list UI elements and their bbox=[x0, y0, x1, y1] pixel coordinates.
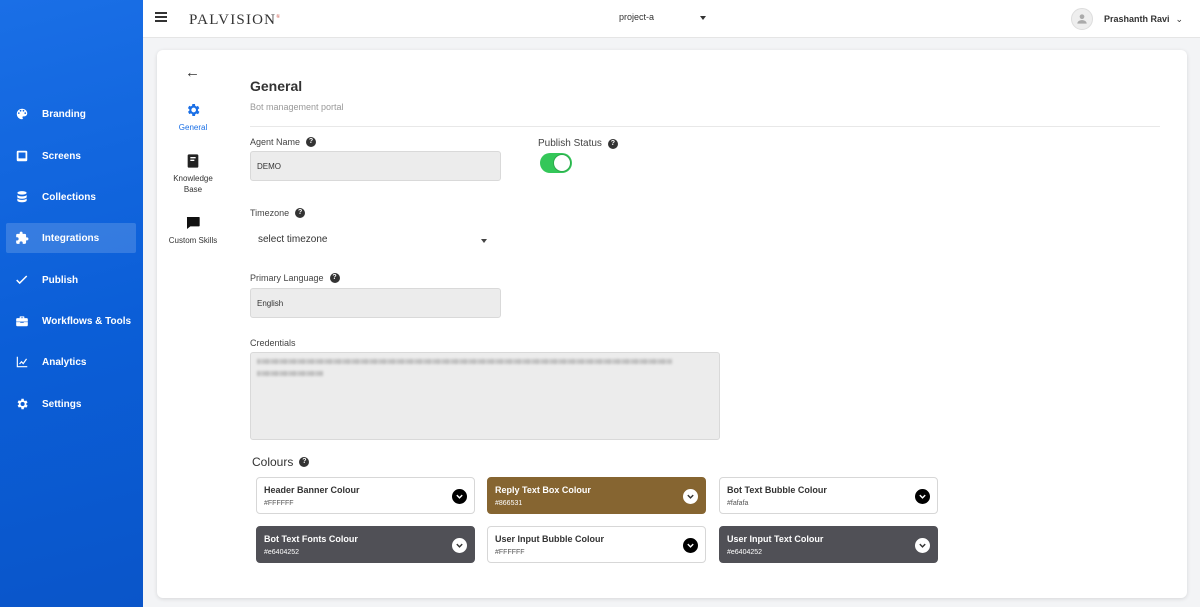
subnav-label: Knowledge Base bbox=[173, 174, 213, 194]
colour-swatch-user-input-text[interactable]: User Input Text Colour #e6404252 bbox=[719, 526, 938, 563]
chevron-down-circle-icon[interactable] bbox=[915, 538, 930, 553]
sidebar-item-label: Publish bbox=[42, 274, 79, 286]
help-icon[interactable]: ? bbox=[329, 273, 340, 283]
colour-swatch-header-banner[interactable]: Header Banner Colour #FFFFFF bbox=[256, 477, 475, 514]
colour-swatch-bot-text-bubble[interactable]: Bot Text Bubble Colour #fafafa bbox=[719, 477, 938, 514]
hamburger-menu-icon[interactable] bbox=[155, 12, 167, 24]
user-icon bbox=[1077, 14, 1087, 24]
top-bar: PALVISION® project-a Prashanth Ravi ⌄ bbox=[143, 0, 1200, 38]
sidebar-item-label: Analytics bbox=[42, 356, 87, 368]
sidebar-item-settings[interactable]: Settings bbox=[6, 389, 136, 419]
main-card: ← General Knowledge Base Custom Skills G… bbox=[157, 50, 1187, 598]
colours-heading: Colours? bbox=[252, 455, 310, 469]
puzzle-icon bbox=[14, 230, 30, 246]
publish-status-toggle[interactable] bbox=[540, 153, 572, 173]
colour-swatch-reply-text-box[interactable]: Reply Text Box Colour #866531 bbox=[487, 477, 706, 514]
chevron-down-circle-icon[interactable] bbox=[915, 489, 930, 504]
sidebar-item-publish[interactable]: Publish bbox=[6, 265, 136, 295]
help-icon[interactable]: ? bbox=[299, 457, 310, 467]
check-icon bbox=[14, 272, 30, 288]
chart-icon bbox=[14, 354, 30, 370]
sidebar-item-label: Integrations bbox=[42, 232, 100, 244]
chevron-down-circle-icon[interactable] bbox=[683, 489, 698, 504]
screen-icon bbox=[14, 148, 30, 164]
page-title: General bbox=[250, 78, 303, 94]
sidebar-item-analytics[interactable]: Analytics bbox=[6, 347, 136, 377]
help-icon[interactable]: ? bbox=[306, 137, 317, 147]
chevron-down-circle-icon[interactable] bbox=[683, 538, 698, 553]
sidebar-item-integrations[interactable]: Integrations bbox=[6, 223, 136, 253]
chat-icon bbox=[185, 215, 201, 231]
user-name: Prashanth Ravi bbox=[1104, 14, 1170, 24]
agent-name-field[interactable]: DEMO bbox=[250, 151, 501, 181]
chevron-down-circle-icon[interactable] bbox=[452, 538, 467, 553]
toolbox-icon bbox=[14, 313, 30, 329]
timezone-select[interactable]: select timezone bbox=[258, 234, 488, 250]
back-arrow-icon[interactable]: ← bbox=[185, 64, 200, 81]
chevron-down-icon: ⌄ bbox=[1175, 13, 1184, 24]
palette-icon bbox=[14, 106, 30, 122]
page-subtitle: Bot management portal bbox=[250, 102, 344, 112]
book-icon bbox=[185, 153, 201, 169]
colour-swatch-bot-text-fonts[interactable]: Bot Text Fonts Colour #e6404252 bbox=[256, 526, 475, 563]
chevron-down-icon bbox=[481, 239, 487, 243]
agent-name-label: Agent Name? bbox=[250, 137, 317, 147]
sidebar-item-label: Branding bbox=[42, 108, 86, 120]
subnav-label: Custom Skills bbox=[168, 236, 218, 245]
timezone-label: Timezone? bbox=[250, 208, 306, 218]
credentials-label: Credentials bbox=[250, 338, 296, 348]
sidebar-item-label: Collections bbox=[42, 191, 96, 203]
project-name: project-a bbox=[619, 12, 655, 22]
sidebar: Branding Screens Collections Integration… bbox=[0, 0, 143, 607]
chevron-down-icon bbox=[700, 16, 706, 20]
subnav-item-custom-skills[interactable]: Custom Skills bbox=[163, 215, 223, 246]
credentials-field[interactable] bbox=[250, 352, 720, 440]
publish-status-label: Publish Status? bbox=[538, 138, 618, 149]
gear-icon bbox=[185, 102, 201, 118]
help-icon[interactable]: ? bbox=[295, 208, 306, 218]
subnav-label: General bbox=[178, 123, 208, 132]
sidebar-item-label: Settings bbox=[42, 398, 82, 410]
sidebar-item-screens[interactable]: Screens bbox=[6, 141, 136, 171]
primary-language-label: Primary Language? bbox=[250, 273, 340, 283]
colour-swatch-user-input-bubble[interactable]: User Input Bubble Colour #FFFFFF bbox=[487, 526, 706, 563]
sidebar-item-workflows-tools[interactable]: Workflows & Tools bbox=[6, 306, 136, 336]
sidebar-item-label: Workflows & Tools bbox=[42, 315, 132, 327]
subnav-item-general[interactable]: General bbox=[163, 102, 223, 133]
divider bbox=[250, 126, 1160, 127]
sidebar-item-branding[interactable]: Branding bbox=[6, 99, 136, 129]
project-selector[interactable]: project-a bbox=[619, 12, 714, 22]
subnav-item-knowledge-base[interactable]: Knowledge Base bbox=[163, 153, 223, 195]
primary-language-field[interactable]: English bbox=[250, 288, 501, 318]
redacted-text bbox=[257, 359, 672, 364]
logo: PALVISION® bbox=[189, 12, 282, 28]
chevron-down-circle-icon[interactable] bbox=[452, 489, 467, 504]
sidebar-item-label: Screens bbox=[42, 150, 81, 162]
avatar bbox=[1071, 8, 1093, 30]
gear-icon bbox=[14, 396, 30, 412]
redacted-text bbox=[257, 371, 323, 376]
database-icon bbox=[14, 189, 30, 205]
sidebar-item-collections[interactable]: Collections bbox=[6, 182, 136, 212]
help-icon[interactable]: ? bbox=[607, 138, 618, 149]
user-menu[interactable]: Prashanth Ravi ⌄ bbox=[1071, 8, 1183, 30]
